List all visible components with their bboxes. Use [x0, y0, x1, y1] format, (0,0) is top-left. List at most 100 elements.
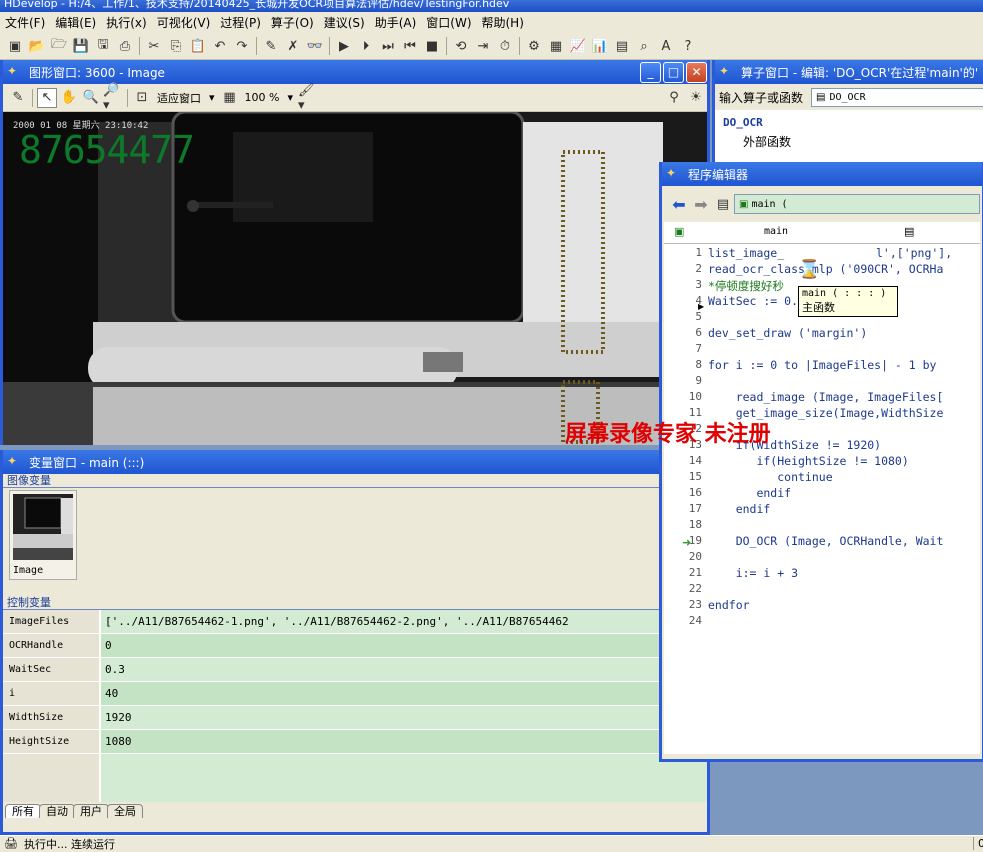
tab-all[interactable]: 所有	[5, 804, 41, 818]
draw-icon[interactable]: ✎	[8, 88, 28, 108]
code-line[interactable]: continue	[708, 470, 832, 484]
menu-file[interactable]: 文件(F)	[0, 14, 50, 31]
halcon-icon: ✦	[7, 64, 18, 78]
histogram-icon[interactable]: ▦	[546, 36, 566, 56]
line-number: 9	[695, 374, 702, 387]
open-procedure-icon[interactable]: ⇥	[473, 36, 493, 56]
step-into-icon[interactable]: ⏭	[378, 36, 398, 56]
code-line[interactable]: for i := 0 to |ImageFiles| - 1 by	[708, 358, 936, 372]
zoom-mode-select[interactable]: 适应窗口	[157, 90, 201, 106]
pixel-info-icon[interactable]: ⚲	[664, 88, 684, 108]
menu-edit[interactable]: 编辑(E)	[50, 14, 101, 31]
zoom-icon[interactable]: 🔍	[81, 88, 101, 108]
table-row[interactable]: OCRHandle 0	[3, 634, 707, 658]
chevron-down-icon[interactable]: ▾	[287, 91, 293, 104]
copy-icon[interactable]: ⎘	[166, 36, 186, 56]
chevron-down-icon[interactable]: ▾	[209, 91, 215, 104]
forward-arrow-icon[interactable]: ➡	[691, 194, 711, 214]
maximize-button[interactable]: □	[663, 61, 684, 83]
step-over-icon[interactable]: ⏵	[356, 36, 376, 56]
save-as-icon[interactable]: 🖫	[93, 36, 113, 56]
open-recent-icon[interactable]: 🗁	[49, 36, 69, 56]
paste-icon[interactable]: 📋	[188, 36, 208, 56]
redo-icon[interactable]: ↷	[232, 36, 252, 56]
tab-auto[interactable]: 自动	[39, 804, 75, 818]
zoom-window-icon[interactable]: ⌕	[634, 36, 654, 56]
code-line[interactable]: endfor	[708, 598, 750, 612]
code-line[interactable]: DO_OCR (Image, OCRHandle, Wait	[708, 534, 944, 548]
table-row[interactable]: i 40	[3, 682, 707, 706]
find-icon[interactable]: 👓	[305, 36, 325, 56]
visualization-settings-icon[interactable]: ☀	[686, 88, 706, 108]
open-file-icon[interactable]: 📂	[27, 36, 47, 56]
menu-visualize[interactable]: 可视化(V)	[152, 14, 216, 31]
halcon-icon: ✦	[719, 64, 730, 78]
tab-user[interactable]: 用户	[73, 804, 109, 818]
cut-icon[interactable]: ✂	[144, 36, 164, 56]
tab-global[interactable]: 全局	[107, 804, 143, 818]
menu-operators[interactable]: 算子(O)	[266, 14, 319, 31]
image-canvas[interactable]: 2000 01 08 星期六 23:10:42 87654477	[3, 112, 707, 445]
code-area[interactable]: 1 list_image_ 2 read_ocr_class_mlp ('090CR'…	[664, 244, 980, 754]
table-row[interactable]: HeightSize 1080	[3, 730, 707, 754]
editor-tab-list-icon[interactable]: ▤	[904, 225, 914, 238]
back-arrow-icon[interactable]: ⬅	[669, 194, 689, 214]
reset-program-icon[interactable]: ⟲	[451, 36, 471, 56]
line-profile-icon[interactable]: 📈	[568, 36, 588, 56]
code-line[interactable]: dev_set_draw ('margin')	[708, 326, 867, 340]
activate-line-icon[interactable]: ✎	[261, 36, 281, 56]
help-icon[interactable]: ?	[678, 36, 698, 56]
graphics-window-title-bar[interactable]: ✦ 图形窗口: 3600 - Image _ □ ✕	[3, 60, 707, 84]
menu-execute[interactable]: 执行(x)	[101, 14, 151, 31]
new-file-icon[interactable]: ▣	[5, 36, 25, 56]
clock-icon[interactable]: ⏱	[495, 36, 515, 56]
feature-histogram-icon[interactable]: 📊	[590, 36, 610, 56]
print-icon[interactable]: ⎙	[115, 36, 135, 56]
table-row[interactable]: WaitSec 0.3	[3, 658, 707, 682]
procedure-icon[interactable]: ▤	[713, 194, 733, 214]
variable-window-title-bar[interactable]: ✦ 变量窗口 - main (:::) _	[3, 450, 707, 474]
line-1-tail: l',['png'],	[876, 246, 953, 260]
zoom-dropdown-icon[interactable]: 🔎▾	[103, 83, 123, 113]
settings-icon[interactable]: ⚙	[524, 36, 544, 56]
pan-hand-icon[interactable]: ✋	[59, 88, 79, 108]
menu-suggestions[interactable]: 建议(S)	[319, 14, 370, 31]
step-out-icon[interactable]: ⏮	[400, 36, 420, 56]
procedure-combo-value: main (	[751, 198, 788, 210]
procedure-combo[interactable]: ▣ main (	[734, 194, 980, 214]
fit-window-icon[interactable]: ⊡	[132, 88, 152, 108]
program-editor-title-bar[interactable]: ✦ 程序编辑器	[662, 162, 982, 186]
code-line[interactable]: read_image (Image, ImageFiles[	[708, 390, 944, 404]
code-line[interactable]: *停顿度搜好秒	[708, 278, 784, 294]
minimize-button[interactable]: _	[640, 61, 661, 83]
stop-icon[interactable]: ■	[422, 36, 442, 56]
save-icon[interactable]: 💾	[71, 36, 91, 56]
editor-tab-main[interactable]: main	[764, 226, 788, 237]
image-variable-thumbnail[interactable]: Image	[9, 490, 77, 580]
code-line[interactable]: endif	[708, 486, 791, 500]
menu-help[interactable]: 帮助(H)	[477, 14, 529, 31]
table-row[interactable]: ImageFiles ['../A11/B87654462-1.png', '..…	[3, 610, 707, 634]
deactivate-line-icon[interactable]: ✗	[283, 36, 303, 56]
operator-window-title-bar[interactable]: ✦ 算子窗口 - 编辑: 'DO_OCR'在过程'main'的'	[715, 60, 983, 84]
code-line[interactable]: read_ocr_class_mlp ('090CR', OCRHa	[708, 262, 943, 276]
pointer-icon[interactable]: ↖	[37, 87, 57, 108]
table-row[interactable]: WidthSize 1920	[3, 706, 707, 730]
close-button[interactable]: ✕	[686, 61, 707, 83]
menu-window[interactable]: 窗口(W)	[421, 14, 476, 31]
code-line[interactable]: list_image_	[708, 246, 784, 260]
undo-icon[interactable]: ↶	[210, 36, 230, 56]
line-number: 2	[695, 262, 702, 275]
menu-assistants[interactable]: 助手(A)	[370, 14, 422, 31]
code-line[interactable]: i:= i + 3	[708, 566, 798, 580]
color-picker-icon[interactable]: 🖌▾	[298, 83, 318, 113]
code-line[interactable]: if(HeightSize != 1080)	[708, 454, 908, 468]
code-line[interactable]: WaitSec := 0.3	[708, 294, 805, 308]
run-icon[interactable]: ▶	[334, 36, 354, 56]
code-line[interactable]: endif	[708, 502, 771, 516]
ocr-assistant-icon[interactable]: A	[656, 36, 676, 56]
menu-procedures[interactable]: 过程(P)	[215, 14, 266, 31]
feature-inspection-icon[interactable]: ▤	[612, 36, 632, 56]
operator-input-field[interactable]: ▤ DO_OCR	[811, 87, 983, 107]
zoom-percent-select[interactable]: 100 %	[245, 91, 280, 104]
